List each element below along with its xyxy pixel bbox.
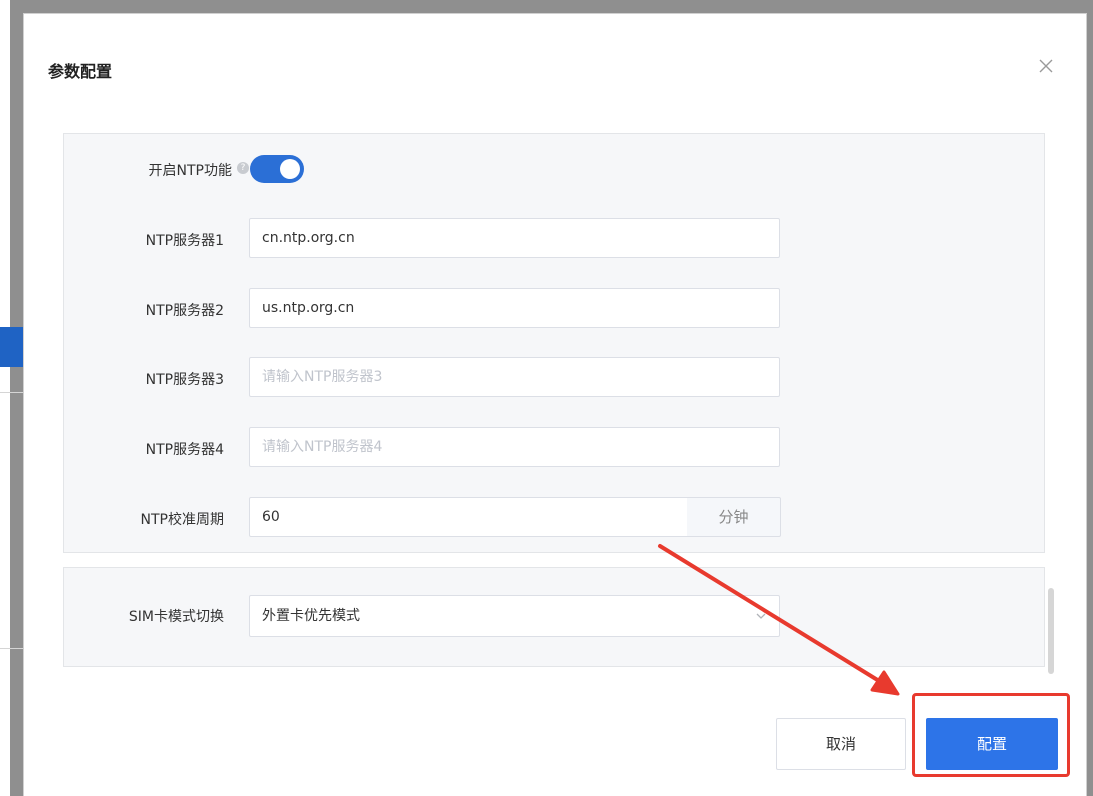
ntp-server-2-input[interactable] — [249, 288, 780, 328]
ntp-server-2-label: NTP服务器2 — [145, 303, 224, 319]
background-tab — [0, 327, 24, 367]
ntp-server-3-label: NTP服务器3 — [145, 372, 224, 388]
help-icon[interactable]: ? — [237, 162, 249, 174]
background-divider — [0, 648, 24, 649]
ntp-server-4-input[interactable] — [249, 427, 780, 467]
ntp-period-label: NTP校准周期 — [140, 512, 224, 528]
ntp-enable-label: 开启NTP功能 — [148, 163, 232, 179]
period-unit-addon: 分钟 — [687, 497, 781, 537]
ntp-server-3-input[interactable] — [249, 357, 780, 397]
dialog-title: 参数配置 — [48, 62, 113, 81]
sim-mode-select[interactable]: 外置卡优先模式 — [249, 595, 780, 637]
toggle-knob — [280, 159, 300, 179]
parameter-config-dialog: 参数配置 开启NTP功能 ? NTP服务器1 NTP服务器2 NTP服务器3 N… — [24, 14, 1086, 796]
sim-mode-label: SIM卡模式切换 — [128, 609, 224, 625]
sim-settings-section: SIM卡模式切换 外置卡优先模式 — [63, 567, 1045, 667]
scrollbar-thumb[interactable] — [1048, 588, 1054, 674]
sim-mode-selected-value: 外置卡优先模式 — [262, 608, 360, 624]
close-icon[interactable] — [1034, 54, 1058, 78]
background-page — [0, 0, 10, 796]
ntp-server-1-input[interactable] — [249, 218, 780, 258]
ntp-server-1-label: NTP服务器1 — [145, 233, 224, 249]
chevron-down-icon — [756, 613, 766, 619]
annotation-highlight-box — [912, 693, 1070, 777]
cancel-button[interactable]: 取消 — [776, 718, 906, 770]
ntp-enable-toggle[interactable] — [250, 155, 304, 183]
ntp-server-4-label: NTP服务器4 — [145, 442, 224, 458]
ntp-period-input[interactable] — [249, 497, 688, 537]
background-divider — [0, 392, 24, 393]
ntp-settings-section: 开启NTP功能 ? NTP服务器1 NTP服务器2 NTP服务器3 NTP服务器… — [63, 133, 1045, 553]
